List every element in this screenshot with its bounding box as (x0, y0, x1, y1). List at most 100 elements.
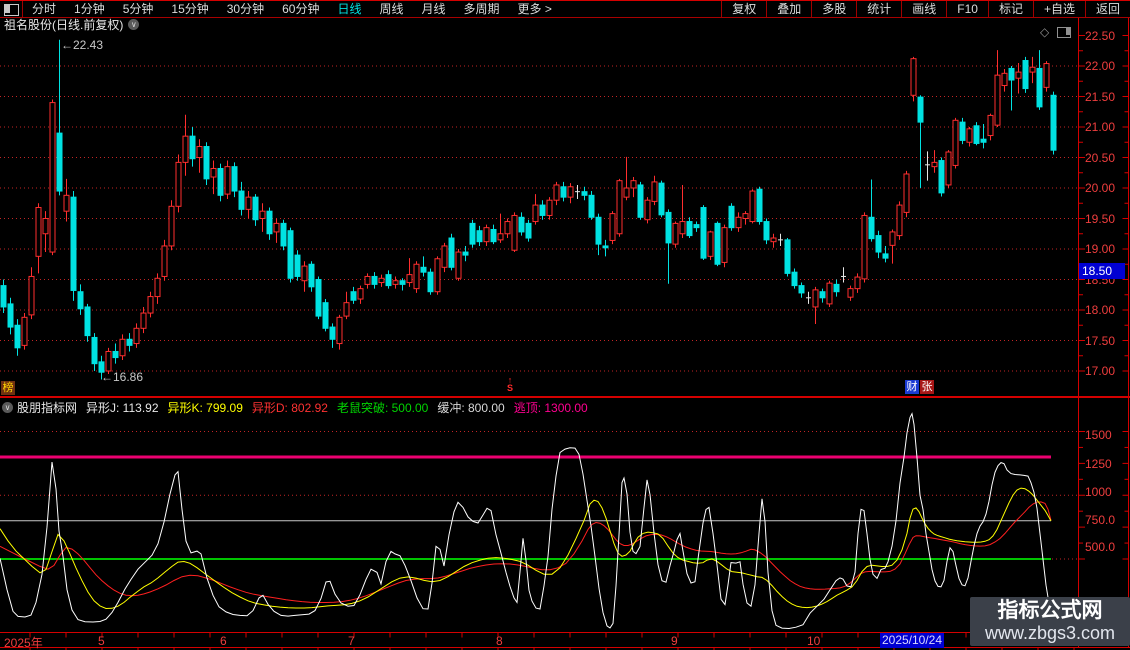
date-label: 6 (220, 634, 227, 648)
candle-body (630, 180, 637, 189)
candle-body (931, 161, 938, 168)
candle-body (980, 138, 987, 143)
candle-body (910, 58, 917, 96)
candle-body (700, 207, 707, 259)
candle-body (392, 280, 399, 285)
indicator-source[interactable]: ∨ 股朋指标网 (2, 399, 77, 416)
indicator-line-D (0, 501, 1052, 603)
candle-body (553, 184, 560, 201)
candle-body (455, 251, 462, 279)
indicator-field-缓冲: 缓冲: 800.00 (437, 401, 505, 415)
candle-body (595, 216, 602, 245)
candle-body (210, 167, 217, 178)
candle-body (406, 274, 413, 284)
candle-body (448, 237, 455, 268)
candle-body (903, 173, 910, 213)
candle-body (581, 191, 588, 196)
chart-canvas[interactable] (0, 0, 1130, 650)
candle-body (728, 205, 735, 229)
candle-body (525, 222, 532, 239)
candle-body (791, 271, 798, 287)
candle-body (0, 285, 7, 308)
candle-body (875, 235, 882, 253)
candle-body (889, 231, 896, 246)
candle-body (126, 338, 133, 346)
candle-body (756, 188, 763, 223)
candle-body (644, 199, 651, 221)
candle-body (882, 253, 889, 259)
candle-body (462, 251, 469, 256)
price-label: 19.00 (1085, 242, 1116, 256)
indicator-field-异形K: 异形K: 799.09 (167, 401, 243, 415)
candle-body (28, 275, 35, 316)
candle-body (385, 274, 392, 287)
candle-body (518, 216, 525, 233)
candle-body (245, 196, 252, 210)
candle-body (378, 277, 385, 284)
indicator-value-label: 1250 (1085, 457, 1112, 471)
candle-body (91, 336, 98, 365)
candle-body (973, 125, 980, 144)
candle-body (651, 181, 658, 202)
indicator-value-label: 750.0 (1085, 513, 1116, 527)
candle-body (315, 279, 322, 317)
indicator-field-异形J: 异形J: 113.92 (86, 401, 159, 415)
chevron-down-icon[interactable]: ∨ (2, 402, 13, 413)
candle-body (1015, 71, 1022, 79)
candle-body (763, 221, 770, 241)
candle-body (770, 237, 777, 243)
indicator-value-label: 1500 (1085, 428, 1112, 442)
candle-body (42, 218, 49, 235)
candle-body (112, 350, 119, 359)
candle-body (490, 228, 497, 243)
sell-signal-marker: ↑ S (506, 375, 513, 393)
candle-body (168, 205, 175, 247)
candle-body (350, 291, 357, 301)
price-label: 22.00 (1085, 59, 1116, 73)
candle-body (371, 275, 378, 285)
candle-body (665, 211, 672, 244)
candle-body (56, 132, 63, 192)
candle-body (399, 280, 406, 285)
indicator-field-老鼠突破: 老鼠突破: 500.00 (336, 401, 429, 415)
candle-body (861, 214, 868, 280)
price-label: 21.00 (1085, 120, 1116, 134)
candle-body (959, 121, 966, 141)
candle-body (413, 263, 420, 290)
price-label: 20.00 (1085, 181, 1116, 195)
candle-body (868, 216, 875, 240)
candle-body (161, 245, 168, 277)
candle-body (833, 283, 840, 293)
candle-body (735, 216, 742, 229)
candle-body (1008, 67, 1015, 81)
candle-body (476, 230, 483, 243)
candle-body (609, 213, 616, 241)
candle-body (364, 275, 371, 285)
candle-body (427, 271, 434, 293)
indicator-field-逃顶: 逃顶: 1300.00 (513, 401, 588, 415)
indicator-line-K (0, 487, 1052, 610)
candle-body (329, 326, 336, 340)
candle-body (175, 161, 182, 207)
candle-body (182, 135, 189, 163)
candle-body (301, 265, 308, 282)
candle-body (70, 196, 77, 291)
end-date-highlight: 2025/10/24 (880, 633, 944, 648)
candle-body (497, 233, 504, 241)
rank-badge[interactable]: 榜 (1, 381, 15, 395)
candle-body (532, 204, 539, 223)
candle-body (798, 285, 805, 294)
candle-body (966, 128, 973, 143)
cai-badge[interactable]: 财 (905, 380, 919, 394)
indicator-value-label: 1000 (1085, 485, 1112, 499)
price-label: 22.50 (1085, 28, 1116, 43)
candle-body (238, 190, 245, 210)
zhang-badge[interactable]: 张 (920, 380, 934, 394)
candle-body (854, 276, 861, 290)
candle-body (714, 222, 721, 265)
candle-body (336, 316, 343, 345)
candle-body (287, 230, 294, 279)
candle-body (588, 194, 595, 218)
candle-body (7, 303, 14, 328)
candle-body (154, 277, 161, 298)
